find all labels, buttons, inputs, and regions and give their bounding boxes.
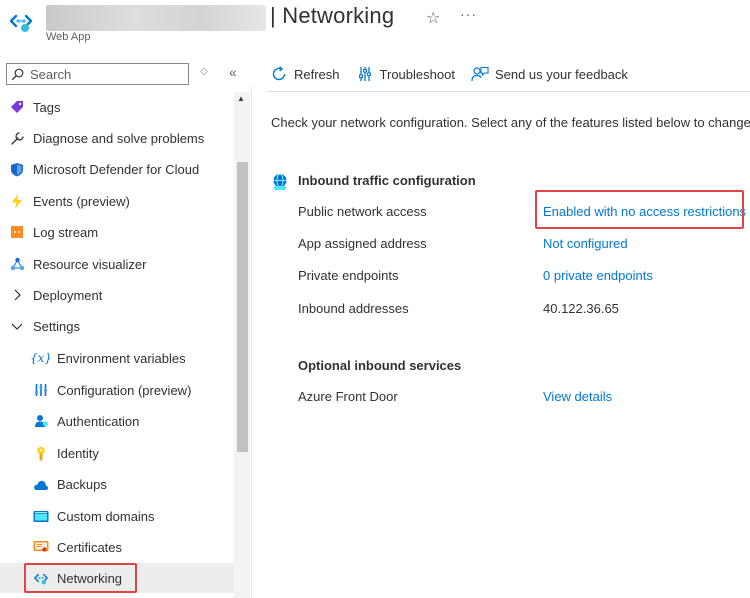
troubleshoot-button[interactable]: Troubleshoot (356, 65, 455, 83)
sidebar-item-certificates[interactable]: Certificates (0, 532, 234, 562)
sidebar-item-label: Log stream (33, 224, 99, 240)
inbound-addresses-value: 40.122.36.65 (543, 301, 619, 316)
scroll-thumb[interactable] (237, 162, 248, 452)
command-bar: Refresh Troubleshoot Send us your feedba… (270, 58, 750, 90)
search-icon (11, 68, 24, 80)
sidebar-item-defender[interactable]: Microsoft Defender for Cloud (0, 154, 234, 184)
sidebar-item-custom-domains[interactable]: Custom domains (0, 501, 234, 531)
sidebar: ◇ « Tags Diagnose and solve problems Mic… (0, 56, 252, 598)
shield-icon (9, 161, 25, 177)
sidebar-item-resource-visualizer[interactable]: Resource visualizer (0, 249, 234, 279)
sidebar-item-label: Microsoft Defender for Cloud (33, 161, 200, 177)
identity-icon (33, 445, 49, 461)
tag-icon (9, 99, 25, 115)
private-endpoints-label: Private endpoints (298, 268, 399, 283)
authentication-icon (33, 413, 49, 429)
log-stream-icon (9, 224, 25, 240)
sidebar-group-settings[interactable]: Settings (0, 311, 234, 341)
star-icon[interactable]: ☆ (426, 8, 440, 28)
sidebar-item-configuration[interactable]: Configuration (preview) (0, 375, 234, 405)
sidebar-item-backups[interactable]: Backups (0, 469, 234, 499)
sidebar-item-label: Configuration (preview) (57, 382, 192, 398)
inbound-addresses-label: Inbound addresses (298, 301, 409, 316)
sidebar-item-label: Backups (57, 476, 107, 492)
inbound-traffic-icon (273, 173, 287, 190)
sidebar-item-authentication[interactable]: Authentication (0, 406, 234, 436)
sidebar-item-label: Identity (57, 445, 99, 461)
app-assigned-address-link[interactable]: Not configured (543, 236, 628, 251)
private-endpoints-link[interactable]: 0 private endpoints (543, 268, 653, 283)
highlight-box-public-access (535, 190, 744, 229)
feedback-icon (471, 65, 489, 83)
backup-icon (33, 476, 49, 492)
sidebar-item-environment-variables[interactable]: {x} Environment variables (0, 343, 234, 373)
refresh-button[interactable]: Refresh (270, 65, 340, 83)
sidebar-item-label: Resource visualizer (33, 256, 147, 272)
sidebar-item-label: Diagnose and solve problems (33, 130, 205, 146)
sidebar-item-events[interactable]: Events (preview) (0, 186, 234, 216)
sidebar-group-deployment[interactable]: Deployment (0, 280, 234, 310)
app-assigned-address-label: App assigned address (298, 236, 427, 251)
troubleshoot-icon (356, 65, 374, 83)
certificate-icon (33, 539, 49, 555)
toolbar-divider (268, 91, 750, 92)
refresh-icon (270, 65, 288, 83)
inbound-section-title: Inbound traffic configuration (298, 173, 476, 188)
sidebar-item-label: Authentication (57, 413, 140, 429)
configuration-icon (33, 382, 49, 398)
custom-domains-icon (33, 508, 49, 524)
sidebar-item-label: Custom domains (57, 508, 155, 524)
highlight-box-networking (24, 563, 137, 593)
sidebar-item-identity[interactable]: Identity (0, 438, 234, 468)
public-network-access-label: Public network access (298, 204, 427, 219)
more-icon[interactable]: ··· (460, 6, 477, 22)
azure-front-door-label: Azure Front Door (298, 389, 398, 404)
sidebar-item-diagnose[interactable]: Diagnose and solve problems (0, 123, 234, 153)
sidebar-item-label: Environment variables (57, 350, 186, 366)
collapse-sidebar-icon[interactable]: « (229, 64, 237, 80)
sidebar-item-log-stream[interactable]: Log stream (0, 217, 234, 247)
wrench-icon (9, 130, 25, 146)
sidebar-item-label: Certificates (57, 539, 123, 555)
sidebar-item-label: Tags (33, 99, 61, 115)
refresh-label: Refresh (294, 66, 340, 82)
chevron-right-icon (9, 287, 25, 303)
azure-front-door-link[interactable]: View details (543, 389, 612, 404)
chevron-down-icon (9, 318, 25, 334)
sidebar-item-label: Events (preview) (33, 193, 130, 209)
resource-name-redacted (46, 5, 266, 31)
sidebar-divider (251, 86, 252, 598)
header: | Networking ☆ ··· Web App (0, 0, 750, 52)
feedback-label: Send us your feedback (494, 66, 628, 82)
search-box[interactable] (6, 63, 189, 85)
sort-icon[interactable]: ◇ (200, 66, 208, 77)
sidebar-item-tags[interactable]: Tags (0, 92, 234, 122)
troubleshoot-label: Troubleshoot (379, 66, 455, 82)
sidebar-item-label: Deployment (33, 287, 103, 303)
sidebar-scrollbar[interactable]: ▲ (234, 92, 250, 598)
app-service-icon (9, 14, 33, 32)
feedback-button[interactable]: Send us your feedback (471, 65, 628, 83)
page-subtitle: Web App (46, 31, 91, 43)
intro-text: Check your network configuration. Select… (271, 115, 750, 130)
optional-services-title: Optional inbound services (298, 358, 462, 373)
page-title: | Networking (270, 3, 395, 28)
search-input[interactable] (30, 66, 180, 82)
lightning-icon (9, 193, 25, 209)
scroll-up-icon[interactable]: ▲ (237, 94, 245, 103)
resource-visualizer-icon (9, 256, 25, 272)
variable-icon: {x} (29, 351, 53, 365)
sidebar-item-label: Settings (33, 318, 80, 334)
